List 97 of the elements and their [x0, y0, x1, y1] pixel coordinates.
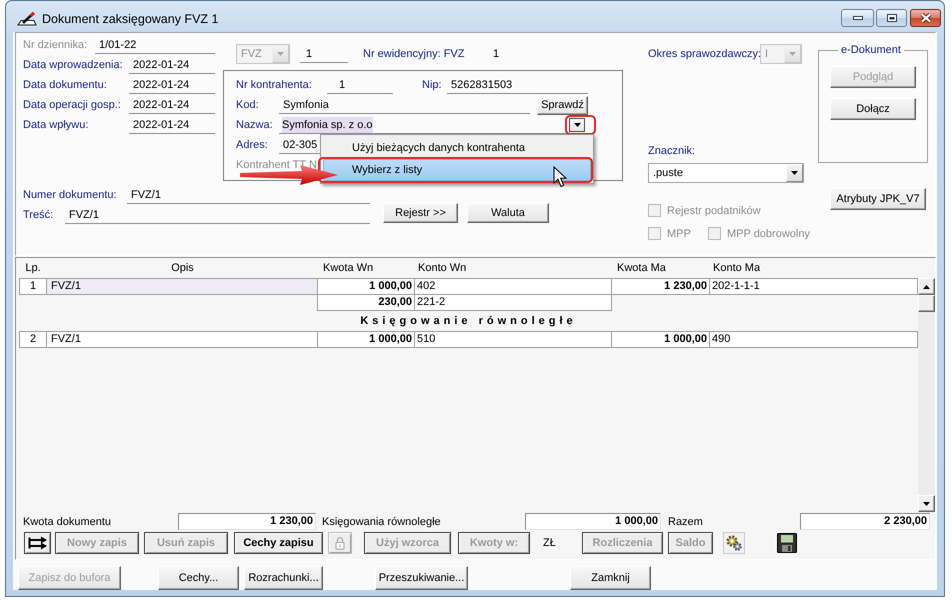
amount-field: 1 230,00 — [178, 513, 316, 530]
table-cell: 1 000,00 — [317, 278, 415, 295]
maximize-button[interactable] — [876, 9, 907, 27]
field-label: Data wprowadzenia: — [23, 59, 123, 71]
field-label: Nr dziennika: — [23, 39, 88, 51]
text-field[interactable]: 5262831503 — [447, 76, 588, 94]
currency-button[interactable]: Waluta — [467, 203, 549, 223]
table-cell: FVZ/1 — [46, 331, 318, 348]
attributes-button[interactable]: Atrybuty JPK_V7 — [830, 188, 926, 210]
caret-down-icon — [791, 171, 798, 175]
table-cell: FVZ/1 — [46, 278, 318, 295]
close-icon — [920, 13, 932, 23]
toolbar-button[interactable]: Cechy zapisu — [234, 532, 323, 554]
text-field[interactable]: FVZ/1 — [127, 186, 370, 204]
save-button[interactable] — [777, 532, 797, 554]
column-header: Opis — [171, 262, 194, 274]
arrows-button[interactable] — [24, 532, 51, 554]
table-cell: 202-1-1-1 — [709, 278, 918, 295]
field-label: Data operacji gosp.: — [23, 99, 121, 111]
minimize-icon — [852, 15, 864, 21]
dialog-button[interactable]: Przeszukiwanie... — [375, 566, 468, 590]
field-label: Data dokumentu: — [23, 79, 107, 91]
currency-label: ZŁ — [543, 537, 556, 549]
column-header: Lp. — [25, 262, 41, 274]
check-button[interactable]: Sprawdź — [537, 96, 588, 114]
field-label: Znacznik: — [648, 144, 696, 158]
settings-button[interactable] — [723, 532, 745, 554]
window-title: Dokument zaksięgowany FVZ 1 — [42, 11, 218, 27]
field-label: Nr ewidencyjny: FVZ — [363, 48, 466, 60]
amount-field: 2 230,00 — [800, 513, 930, 530]
scroll-thumb[interactable] — [918, 295, 935, 312]
caret-down-icon — [277, 52, 284, 56]
field-label: Nazwa: — [236, 119, 274, 131]
attach-button[interactable]: Dołącz — [830, 98, 916, 120]
close-button[interactable] — [910, 9, 941, 27]
caret-down-icon — [789, 52, 796, 56]
field-label: Treść: — [23, 209, 54, 221]
scrollbar[interactable] — [918, 278, 935, 512]
table-cell: 402 — [414, 278, 612, 295]
checkbox-label: MPP dobrowolny — [727, 228, 810, 240]
table-cell: 1 230,00 — [611, 278, 710, 295]
record-number: 1 — [493, 48, 500, 60]
caret-down-icon — [574, 122, 580, 126]
column-header: Konto Wn — [418, 262, 466, 274]
text-field[interactable]: FVZ/1 — [65, 206, 370, 224]
total-label: Księgowania równoległe — [322, 516, 441, 528]
menu-item[interactable]: Użyj bieżących danych kontrahenta — [323, 137, 591, 159]
register-button[interactable]: Rejestr >> — [383, 203, 458, 223]
field-label: Adres: — [236, 139, 269, 151]
total-label: Razem — [668, 516, 703, 528]
dialog-button[interactable]: Cechy... — [158, 566, 239, 590]
table-cell: 1 — [19, 278, 47, 295]
table-cell: 510 — [414, 331, 612, 348]
caret-up-icon — [923, 284, 930, 288]
text-field[interactable]: Symfonia — [279, 96, 530, 114]
amount-field: 1 000,00 — [525, 513, 661, 530]
field-label: Kontrahent TT N — [236, 159, 317, 171]
column-header: Konto Ma — [713, 262, 760, 274]
date-field[interactable]: 2022-01-24 — [129, 56, 215, 74]
table-cell: 1 000,00 — [611, 331, 710, 348]
maximize-icon — [886, 13, 898, 23]
table-cell: 490 — [709, 331, 918, 348]
marker-combo[interactable]: .puste — [648, 163, 804, 183]
date-field[interactable]: 2022-01-24 — [129, 116, 215, 134]
field-label: Data wpływu: — [23, 119, 88, 131]
checkbox-label: Rejestr podatników — [667, 204, 761, 216]
field-label: Kod: — [236, 99, 260, 111]
group-title: e-Dokument — [840, 44, 902, 57]
dropdown-button[interactable] — [569, 118, 585, 132]
field-label: Numer dokumentu: — [23, 189, 117, 201]
number-field[interactable]: 1 — [327, 76, 393, 94]
table-cell: 1 000,00 — [317, 331, 415, 348]
date-field[interactable]: 2022-01-24 — [129, 96, 215, 114]
pen-and-paper-icon — [17, 12, 37, 26]
gears-icon — [725, 534, 743, 552]
field-label: Nr kontrahenta: — [236, 79, 313, 91]
scroll-down-button[interactable] — [918, 495, 935, 512]
padlock-icon — [335, 536, 345, 550]
field-label: Okres sprawozdawczy: — [648, 48, 760, 60]
column-header: Kwota Ma — [617, 262, 666, 274]
dialog-button[interactable]: Rozrachunki... — [244, 566, 323, 590]
table-cell: 221-2 — [414, 294, 612, 311]
minimize-button[interactable] — [841, 9, 874, 27]
total-label: Kwota dokumentu — [23, 516, 112, 528]
caret-down-icon — [923, 502, 930, 506]
scroll-up-button[interactable] — [918, 278, 935, 295]
date-field[interactable]: 2022-01-24 — [129, 76, 215, 94]
field-label: Nip: — [422, 79, 443, 91]
mouse-pointer-icon — [553, 166, 567, 188]
table-cell: 230,00 — [317, 294, 415, 311]
dialog-button[interactable]: Zamknij — [570, 566, 651, 590]
section-heading: Księgowanie równoległe — [360, 315, 577, 327]
column-header: Kwota Wn — [323, 262, 374, 274]
number-field[interactable]: 1 — [300, 46, 348, 62]
checkbox-label: MPP — [667, 228, 691, 240]
table-cell: 2 — [19, 331, 47, 348]
double-arrow-icon — [28, 536, 48, 550]
